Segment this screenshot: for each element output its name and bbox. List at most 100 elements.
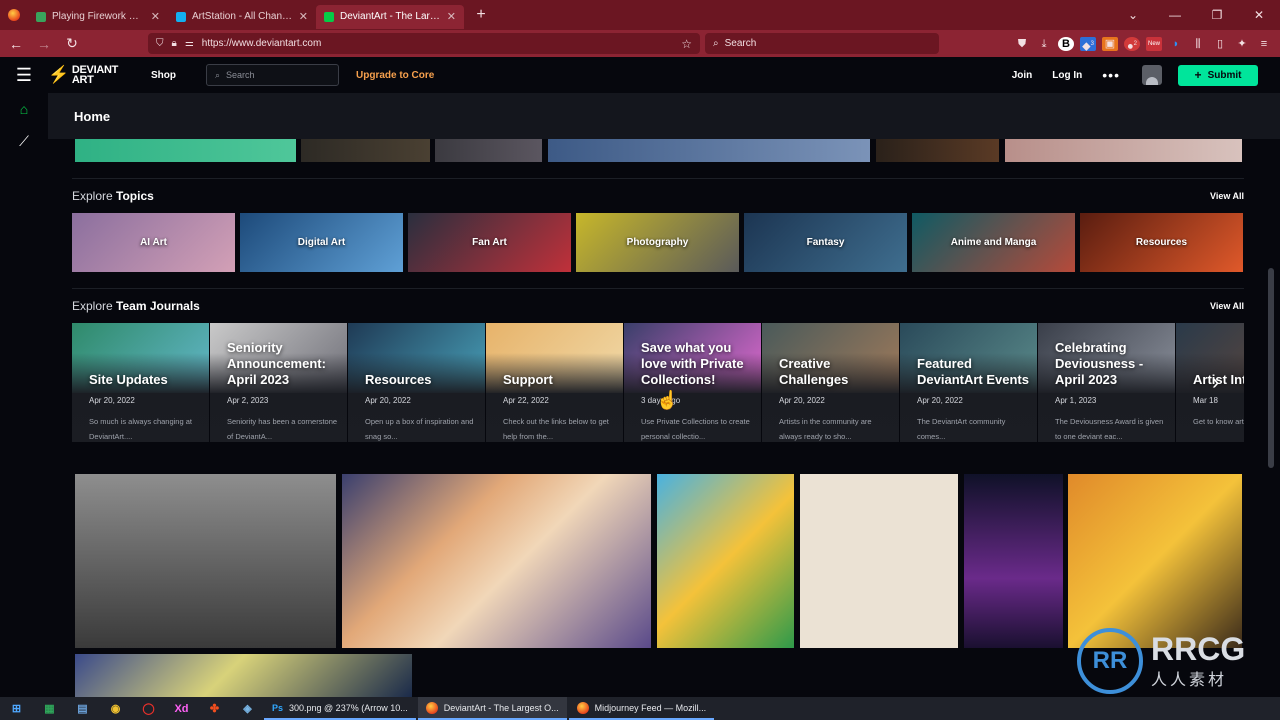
- divider: [72, 288, 1244, 289]
- feed-thumbnail[interactable]: [1005, 139, 1242, 162]
- extension-red-icon[interactable]: ●2: [1124, 36, 1140, 52]
- topic-card-fantasy[interactable]: Fantasy: [744, 213, 907, 272]
- extension-blue-icon[interactable]: ◗: [1168, 37, 1184, 51]
- journal-title: Save what you love with Private Collecti…: [641, 340, 744, 387]
- journal-description: Get to know artists fro...: [1193, 417, 1244, 426]
- library-icon[interactable]: ⫼: [1190, 37, 1206, 51]
- close-tab-icon[interactable]: ✕: [299, 10, 308, 23]
- topic-card-digital-art[interactable]: Digital Art: [240, 213, 403, 272]
- forward-arrow-icon[interactable]: →: [32, 36, 56, 52]
- excel-icon[interactable]: ▦: [33, 697, 66, 720]
- submit-button[interactable]: + Submit: [1178, 64, 1258, 86]
- url-bar[interactable]: ⛉ 🔒︎ ⚌ https://www.deviantart.com ☆: [148, 33, 700, 54]
- upgrade-to-core-link[interactable]: Upgrade to Core: [356, 70, 434, 81]
- extensions-icon[interactable]: ✦: [1234, 37, 1250, 51]
- calculator-icon[interactable]: ▤: [66, 697, 99, 720]
- downloads-icon[interactable]: ⤓: [1036, 37, 1052, 51]
- menu-icon[interactable]: ≡: [1256, 37, 1272, 51]
- back-arrow-icon[interactable]: ←: [4, 36, 28, 52]
- topic-card-anime-and-manga[interactable]: Anime and Manga: [912, 213, 1075, 272]
- sidebar-icon[interactable]: ▯: [1212, 37, 1228, 51]
- gallery-thumbnail[interactable]: [800, 474, 958, 648]
- feed-thumbnail[interactable]: [75, 139, 296, 162]
- figma-icon[interactable]: ✤: [198, 697, 231, 720]
- journal-card[interactable]: Celebrating Deviousness - April 2023 Apr…: [1038, 323, 1175, 442]
- watermark-mark: RR: [1077, 628, 1143, 694]
- browser-tab-bar: Playing Firework With Friends S ✕ ArtSta…: [0, 0, 1280, 30]
- url-text[interactable]: https://www.deviantart.com: [202, 38, 322, 49]
- gallery-thumbnail[interactable]: [342, 474, 651, 648]
- reload-icon[interactable]: ↻: [60, 35, 84, 52]
- feed-thumbnail[interactable]: [301, 139, 430, 162]
- shield-icon[interactable]: ⛉: [156, 38, 164, 49]
- windows-start-icon[interactable]: ⊞: [0, 697, 33, 720]
- opera-icon[interactable]: ◯: [132, 697, 165, 720]
- topic-card-resources[interactable]: Resources: [1080, 213, 1243, 272]
- taskbar-app-photoshop[interactable]: Ps 300.png @ 237% (Arrow 10...: [264, 697, 416, 720]
- journal-card[interactable]: Save what you love with Private Collecti…: [624, 323, 761, 442]
- home-icon[interactable]: ⌂: [0, 93, 48, 125]
- bookmark-star-icon[interactable]: ☆: [681, 37, 692, 51]
- topic-card-photography[interactable]: Photography: [576, 213, 739, 272]
- browser-tab-2[interactable]: ArtStation - All Channels ✕: [168, 5, 316, 29]
- journal-card[interactable]: Artist Inte... Mar 18 Get to know artist…: [1176, 323, 1244, 442]
- view-all-journals-link[interactable]: View All: [1210, 301, 1244, 311]
- minimize-icon[interactable]: —: [1154, 8, 1196, 22]
- view-all-topics-link[interactable]: View All: [1210, 191, 1244, 201]
- gallery-thumbnail[interactable]: [75, 654, 412, 697]
- extension-orange-icon[interactable]: ▣: [1102, 36, 1118, 51]
- telescope-icon[interactable]: ⟋: [0, 125, 48, 157]
- extension-new-icon[interactable]: New: [1146, 36, 1162, 51]
- extension-puzzle-icon[interactable]: ◆3: [1080, 36, 1096, 52]
- permissions-icon[interactable]: ⚌: [185, 38, 194, 49]
- firefox-menu-button[interactable]: [0, 0, 28, 30]
- taskbar-app-deviantart[interactable]: DeviantArt - The Largest O...: [417, 697, 567, 720]
- gallery-thumbnail[interactable]: [657, 474, 794, 648]
- close-tab-icon[interactable]: ✕: [447, 10, 456, 23]
- deviantart-logo[interactable]: ⚡ DEVIANT ART: [48, 65, 118, 86]
- carousel-next-chevron-icon[interactable]: ›: [1212, 369, 1219, 395]
- restore-icon[interactable]: ❐: [1196, 8, 1238, 22]
- journal-card[interactable]: Resources Apr 20, 2022 Open up a box of …: [348, 323, 485, 442]
- tab-list-chevron-down-icon[interactable]: ⌄: [1112, 8, 1154, 22]
- hamburger-menu-icon[interactable]: ☰: [0, 65, 48, 86]
- gallery-thumbnail[interactable]: [75, 474, 336, 648]
- topic-card-ai-art[interactable]: AI Art: [72, 213, 235, 272]
- journal-title: Resources: [365, 372, 432, 387]
- pocket-icon[interactable]: ⛊: [1014, 37, 1030, 51]
- hand-cursor-icon: ☝: [656, 390, 679, 410]
- feed-thumbnail[interactable]: [548, 139, 870, 162]
- extension-toolbar: ⛊ ⤓ B ◆3 ▣ ●2 New ◗ ⫼ ▯ ✦ ≡: [1014, 33, 1272, 54]
- new-tab-plus-icon[interactable]: +: [468, 6, 494, 24]
- site-search-input[interactable]: ⌕ Search: [206, 64, 339, 86]
- xd-icon[interactable]: Xd: [165, 697, 198, 720]
- feed-thumbnail[interactable]: [876, 139, 999, 162]
- lock-icon[interactable]: 🔒︎: [172, 38, 177, 49]
- topic-card-fan-art[interactable]: Fan Art: [408, 213, 571, 272]
- join-link[interactable]: Join: [1012, 70, 1033, 81]
- gallery-thumbnail[interactable]: [1068, 474, 1242, 648]
- journal-card[interactable]: Site Updates Apr 20, 2022 So much is alw…: [72, 323, 209, 442]
- close-window-icon[interactable]: ✕: [1238, 8, 1280, 22]
- close-tab-icon[interactable]: ✕: [151, 10, 160, 23]
- taskbar-app-midjourney[interactable]: Midjourney Feed — Mozill...: [568, 697, 715, 720]
- extension-b-icon[interactable]: B: [1058, 36, 1074, 51]
- page-scrollbar[interactable]: [1268, 268, 1274, 468]
- journal-title: Site Updates: [89, 372, 168, 387]
- journal-card[interactable]: Support Apr 22, 2022 Check out the links…: [486, 323, 623, 442]
- browser-tab-1[interactable]: Playing Firework With Friends S ✕: [28, 5, 168, 29]
- journal-card[interactable]: Creative Challenges Apr 20, 2022 Artists…: [762, 323, 899, 442]
- avatar[interactable]: [1142, 65, 1162, 85]
- shop-link[interactable]: Shop: [151, 70, 176, 81]
- browser-tab-3[interactable]: DeviantArt - The Largest Online ✕: [316, 4, 464, 29]
- chrome-icon[interactable]: ◉: [99, 697, 132, 720]
- feed-thumbnail[interactable]: [435, 139, 542, 162]
- browser-search-bar[interactable]: ⌕ Search: [705, 33, 939, 54]
- app-icon[interactable]: ◈: [231, 697, 264, 720]
- journal-title: Celebrating Deviousness - April 2023: [1055, 340, 1144, 387]
- journal-card[interactable]: Featured DeviantArt Events Apr 20, 2022 …: [900, 323, 1037, 442]
- journal-card[interactable]: Seniority Announcement: April 2023 Apr 2…: [210, 323, 347, 442]
- more-options-icon[interactable]: •••: [1102, 67, 1120, 83]
- login-link[interactable]: Log In: [1052, 70, 1082, 81]
- gallery-thumbnail[interactable]: [964, 474, 1063, 648]
